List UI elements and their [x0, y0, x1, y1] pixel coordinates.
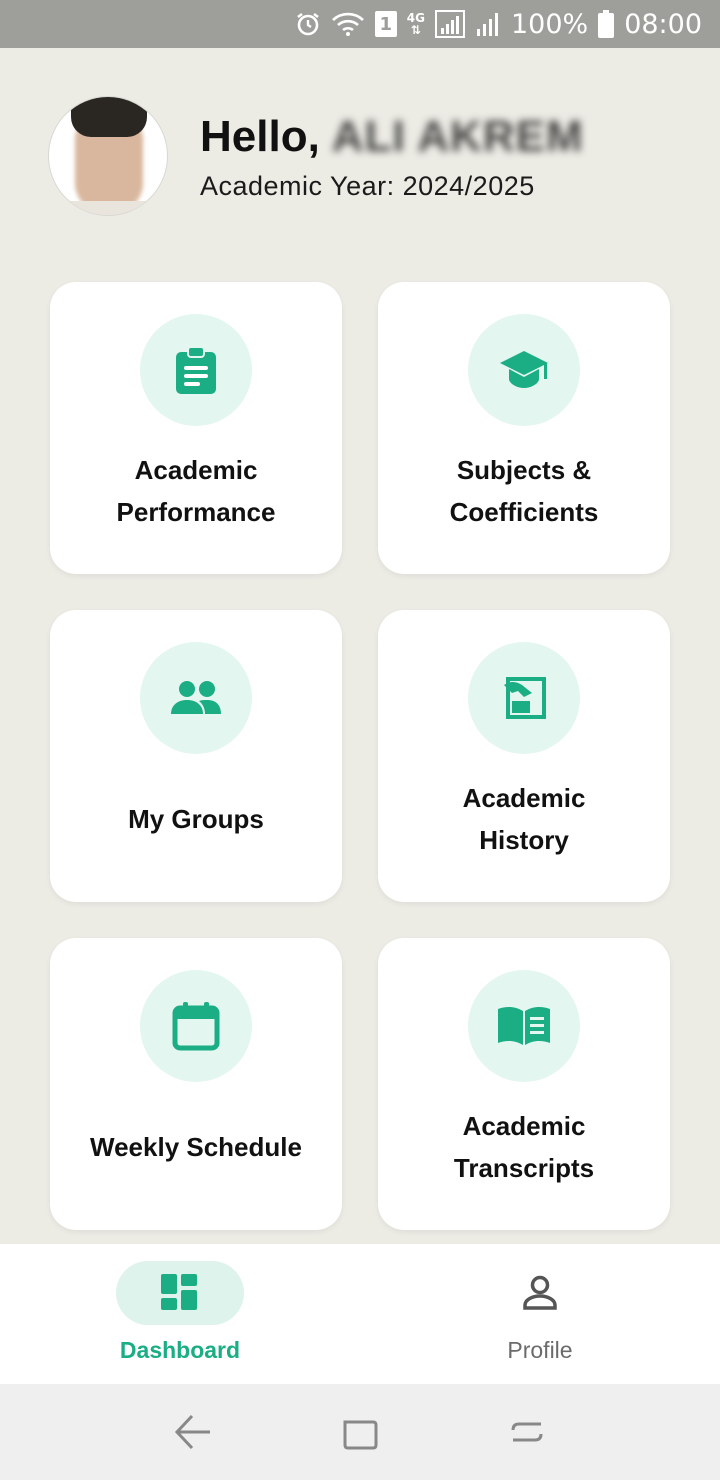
card-label: Subjects & Coefficients: [449, 455, 599, 527]
greeting-block: Hello, ALI AKREM Academic Year: 2024/202…: [200, 111, 584, 202]
back-icon[interactable]: [169, 1408, 217, 1456]
user-header: Hello, ALI AKREM Academic Year: 2024/202…: [48, 96, 672, 216]
sim-icon: 1: [374, 11, 397, 37]
bottom-navigation: Dashboard Profile: [0, 1244, 720, 1384]
calendar-icon: [140, 970, 252, 1082]
card-label: Academic Performance: [116, 455, 276, 527]
nav-dashboard[interactable]: Dashboard: [0, 1244, 360, 1384]
home-icon[interactable]: [503, 1408, 551, 1456]
my-groups-card[interactable]: My Groups: [50, 610, 342, 902]
network-4g-icon: 4G ⇅: [406, 11, 425, 37]
clock: 08:00: [624, 8, 702, 40]
graduation-cap-icon: [468, 314, 580, 426]
card-label: Academic Transcripts: [453, 1111, 595, 1183]
battery-percent: 100%: [510, 8, 589, 40]
nav-profile-label: Profile: [507, 1337, 573, 1363]
weekly-schedule-card[interactable]: Weekly Schedule: [50, 938, 342, 1230]
book-icon: [468, 970, 580, 1082]
subjects-coefficients-card[interactable]: Subjects & Coefficients: [378, 282, 670, 574]
signal-icon: [434, 10, 465, 38]
battery-icon: [598, 10, 615, 38]
academic-year: Academic Year: 2024/2025: [200, 170, 535, 201]
avatar[interactable]: [48, 96, 168, 216]
academic-transcripts-card[interactable]: Academic Transcripts: [378, 938, 670, 1230]
alarm-icon: [295, 11, 321, 37]
clipboard-icon: [140, 314, 252, 426]
signal-icon: [475, 11, 501, 37]
dashboard-icon: [116, 1261, 244, 1325]
user-name: ALI AKREM: [331, 111, 584, 161]
wifi-icon: [331, 11, 365, 37]
card-label: Weekly Schedule: [90, 1132, 302, 1162]
nav-profile[interactable]: Profile: [360, 1244, 720, 1384]
card-label: Academic History: [462, 783, 586, 855]
nav-dashboard-label: Dashboard: [119, 1337, 241, 1363]
card-label: My Groups: [128, 804, 264, 834]
recents-icon[interactable]: [336, 1408, 384, 1456]
greeting-title: Hello, ALI AKREM: [200, 111, 584, 163]
profile-icon: [476, 1261, 604, 1325]
history-icon: [468, 642, 580, 754]
groups-icon: [140, 642, 252, 754]
greeting-text: Hello,: [200, 111, 320, 161]
academic-performance-card[interactable]: Academic Performance: [50, 282, 342, 574]
status-bar: 1 4G ⇅ 100% 08:00: [0, 0, 720, 48]
system-navigation-bar: [0, 1384, 720, 1480]
academic-history-card[interactable]: Academic History: [378, 610, 670, 902]
